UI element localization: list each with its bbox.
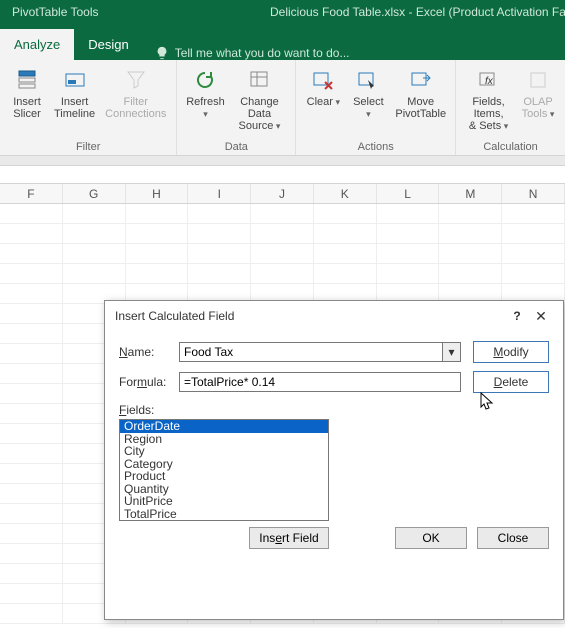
modify-button[interactable]: Modify [473,341,549,363]
group-data: Refresh Change Data Source Data [177,60,296,155]
select-icon [354,66,382,94]
fields-label: Fields: [119,403,549,417]
olap-icon [524,66,552,94]
lightbulb-icon [155,46,169,60]
col-header[interactable]: G [63,184,126,203]
refresh-icon [191,66,219,94]
dialog-help-button[interactable]: ? [505,309,529,323]
fields-listbox[interactable]: OrderDate Region City Category Product Q… [119,419,329,521]
dialog-title: Insert Calculated Field [115,309,505,323]
change-data-source-button[interactable]: Change Data Source [230,64,290,134]
ok-button[interactable]: OK [395,527,467,549]
col-header[interactable]: F [0,184,63,203]
list-item[interactable]: UnitPrice [120,495,328,508]
group-label-filter: Filter [6,139,170,153]
list-item[interactable]: City [120,445,328,458]
tell-me-search[interactable]: Tell me what you do want to do... [143,46,362,60]
list-item[interactable]: Region [120,433,328,446]
insert-calculated-field-dialog: Insert Calculated Field ? ✕ Name: ▾ Modi… [104,300,564,620]
name-input[interactable] [179,342,443,362]
tab-analyze[interactable]: Analyze [0,29,74,60]
contextual-tools-title: PivotTable Tools [0,5,120,19]
ribbon-tabs: Analyze Design Tell me what you do want … [0,24,565,60]
name-dropdown-button[interactable]: ▾ [443,342,461,362]
fields-items-sets-button[interactable]: fx Fields, Items, & Sets [462,64,515,134]
svg-text:fx: fx [485,76,494,87]
name-label: Name: [119,345,179,359]
change-data-source-icon [245,66,273,94]
fx-icon: fx [475,66,503,94]
insert-timeline-button[interactable]: Insert Timeline [50,64,99,122]
col-header[interactable]: K [314,184,377,203]
document-title: Delicious Food Table.xlsx - Excel (Produ… [120,5,565,19]
group-calculations: fx Fields, Items, & Sets OLAP Tools Calc… [456,60,565,155]
clear-icon [309,66,337,94]
move-pivottable-icon [407,66,435,94]
refresh-button[interactable]: Refresh [183,64,227,134]
timeline-icon [61,66,89,94]
col-header[interactable]: L [377,184,440,203]
col-header[interactable]: N [502,184,565,203]
clear-button[interactable]: Clear [302,64,344,122]
group-label-calculations: Calculation [462,139,559,153]
col-header[interactable]: H [126,184,189,203]
col-header[interactable]: I [188,184,251,203]
tab-design[interactable]: Design [74,29,142,60]
select-button[interactable]: Select [346,64,390,122]
formula-label: Formula: [119,375,179,389]
column-headers: F G H I J K L M N [0,184,565,204]
delete-button[interactable]: Delete [473,371,549,393]
title-bar: PivotTable Tools Delicious Food Table.xl… [0,0,565,24]
col-header[interactable]: M [439,184,502,203]
slicer-icon [13,66,41,94]
filter-connections-button: Filter Connections [101,64,170,122]
list-item[interactable]: OrderDate [120,420,328,433]
group-label-actions: Actions [302,139,449,153]
move-pivottable-button[interactable]: Move PivotTable [392,64,449,122]
list-item[interactable]: Product [120,470,328,483]
olap-tools-button: OLAP Tools [517,64,559,134]
tell-me-placeholder: Tell me what you do want to do... [175,46,350,60]
ribbon: Insert Slicer Insert Timeline Filter Con… [0,60,565,156]
group-label-data: Data [183,139,289,153]
dialog-close-button[interactable]: ✕ [529,308,553,325]
formula-input[interactable] [179,372,461,392]
insert-slicer-button[interactable]: Insert Slicer [6,64,48,122]
list-item[interactable]: TotalPrice [120,508,328,521]
col-header[interactable]: J [251,184,314,203]
dialog-titlebar[interactable]: Insert Calculated Field ? ✕ [105,301,563,331]
close-button[interactable]: Close [477,527,549,549]
insert-field-button[interactable]: Insert Field [249,527,329,549]
group-actions: Clear Select Move PivotTable Actions [296,60,456,155]
group-filter: Insert Slicer Insert Timeline Filter Con… [0,60,177,155]
filter-connections-icon [122,66,150,94]
